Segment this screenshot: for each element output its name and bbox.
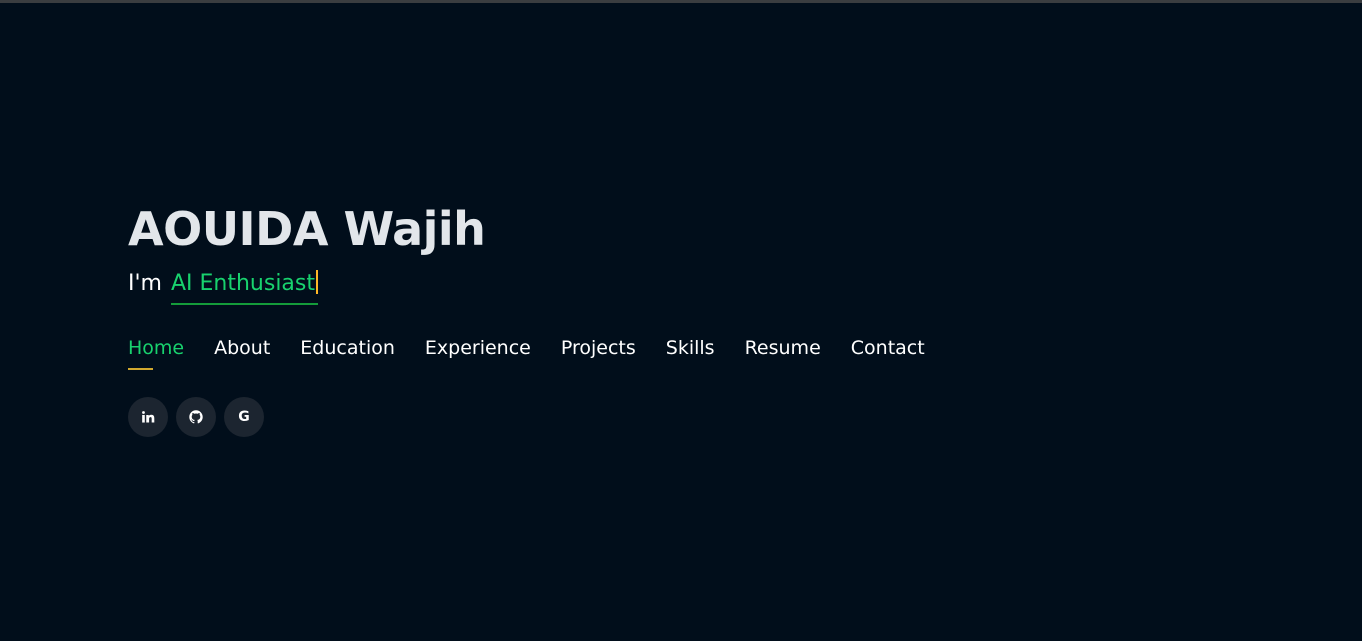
typing-cursor — [316, 270, 318, 294]
google-button[interactable]: G — [224, 397, 264, 437]
typed-text: AI Enthusiast — [170, 271, 315, 296]
google-icon: G — [238, 409, 250, 425]
nav-experience[interactable]: Experience — [425, 335, 531, 361]
nav-education[interactable]: Education — [300, 335, 395, 361]
hero-tagline: I'm AI Enthusiast — [128, 269, 955, 305]
nav-skills[interactable]: Skills — [666, 335, 715, 361]
hero-name: AOUIDA Wajih — [128, 202, 486, 256]
social-links: G — [128, 397, 955, 437]
nav-home[interactable]: Home — [128, 335, 184, 370]
linkedin-icon — [142, 411, 155, 423]
nav-resume[interactable]: Resume — [745, 335, 821, 361]
github-button[interactable] — [176, 397, 216, 437]
page: AOUIDA Wajih I'm AI Enthusiast Home Abou… — [0, 0, 1362, 641]
main-nav: Home About Education Experience Projects… — [128, 335, 955, 370]
nav-contact[interactable]: Contact — [851, 335, 925, 361]
nav-projects[interactable]: Projects — [561, 335, 636, 361]
linkedin-button[interactable] — [128, 397, 168, 437]
nav-about[interactable]: About — [214, 335, 270, 361]
typed-text-wrapper: AI Enthusiast — [170, 269, 318, 305]
hero-section: AOUIDA Wajih I'm AI Enthusiast Home Abou… — [128, 199, 955, 437]
github-icon — [189, 410, 203, 424]
tagline-prefix: I'm — [128, 271, 162, 296]
